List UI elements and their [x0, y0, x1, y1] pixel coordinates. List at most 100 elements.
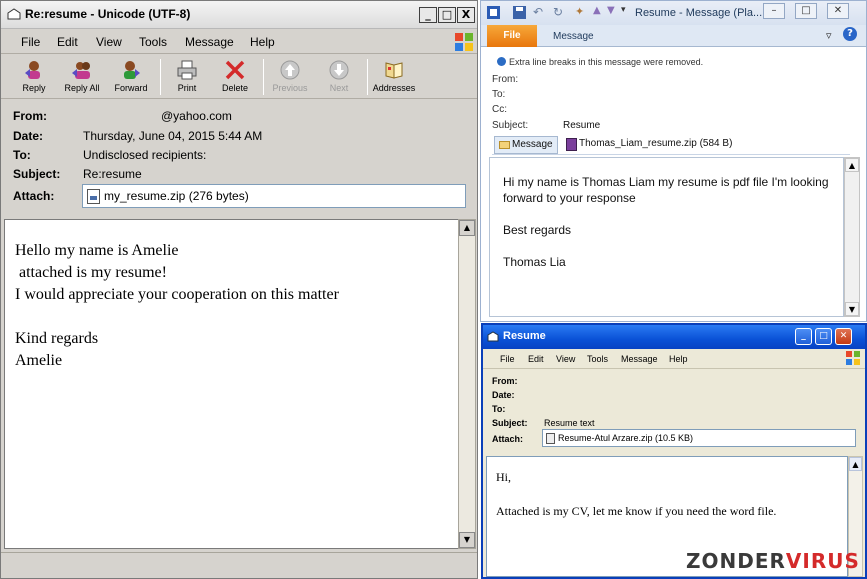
- menu-tools[interactable]: Tools: [139, 35, 167, 49]
- close-button[interactable]: X: [457, 7, 475, 23]
- menu-view[interactable]: View: [96, 35, 122, 49]
- previous-button[interactable]: Previous: [266, 57, 314, 97]
- collapse-ribbon-icon[interactable]: ▿: [826, 29, 832, 42]
- menu-message[interactable]: Message: [185, 35, 234, 49]
- undo-icon[interactable]: ↶: [533, 5, 543, 19]
- minimize-button[interactable]: _: [419, 7, 437, 23]
- scroll-up-icon[interactable]: ▲: [459, 220, 475, 236]
- vertical-scrollbar[interactable]: ▲ ▼: [458, 219, 476, 549]
- menu-bar: File Edit View Tools Message Help: [1, 30, 477, 54]
- window-title: Resume: [503, 330, 546, 342]
- next-item-icon[interactable]: ▼: [607, 5, 615, 16]
- tab-file[interactable]: File: [487, 25, 537, 47]
- from-label: From:: [13, 109, 47, 123]
- date-label: Date:: [492, 390, 515, 400]
- menu-bar: File Edit View Tools Message Help: [483, 349, 865, 369]
- scroll-down-icon[interactable]: ▼: [459, 532, 475, 548]
- redo-icon[interactable]: ↻: [553, 5, 563, 19]
- date-label: Date:: [13, 129, 44, 143]
- watermark-logo: ZONDERVIRUS: [686, 549, 860, 573]
- window-title: Resume - Message (Pla...: [635, 7, 763, 19]
- watermark-part-1: ZONDER: [686, 549, 786, 573]
- subject-label: Subject:: [492, 418, 528, 428]
- body-line-2: Best regards: [503, 223, 572, 237]
- address-book-icon: [385, 62, 403, 79]
- subject-value: Resume text: [544, 418, 595, 428]
- from-value: @yahoo.com: [161, 109, 232, 123]
- attachment-field[interactable]: my_resume.zip (276 bytes): [82, 184, 466, 208]
- status-bar: [1, 552, 477, 574]
- up-arrow-icon: [280, 60, 300, 80]
- forward-button[interactable]: Forward: [107, 57, 155, 97]
- info-bar[interactable]: Extra line breaks in this message were r…: [509, 57, 703, 67]
- message-body[interactable]: Hello my name is Amelie attached is my r…: [4, 219, 460, 549]
- minimize-button[interactable]: _: [795, 328, 812, 345]
- menu-message[interactable]: Message: [621, 354, 658, 364]
- close-button[interactable]: ✕: [835, 328, 852, 345]
- message-text: Hi my name is Thomas Liam my resume is p…: [503, 174, 838, 270]
- reply-button[interactable]: Reply: [10, 57, 58, 97]
- reply-all-icon: [72, 62, 90, 79]
- date-value: Thursday, June 04, 2015 5:44 AM: [83, 129, 263, 143]
- quick-access-toolbar: ↶ ↻ ✦ ▲ ▼ ▾ Resume - Message (Pla... – □…: [481, 1, 866, 25]
- maximize-button[interactable]: □: [438, 7, 456, 23]
- close-button[interactable]: ✕: [827, 3, 849, 19]
- title-bar[interactable]: Re:resume - Unicode (UTF-8) _ □ X: [1, 1, 477, 29]
- addresses-label: Addresses: [372, 83, 416, 93]
- minimize-button[interactable]: –: [763, 3, 785, 19]
- delete-label: Delete: [221, 83, 248, 93]
- previous-item-icon[interactable]: ▲: [593, 5, 601, 16]
- attachment-name[interactable]: Thomas_Liam_resume.zip (584 B): [579, 138, 732, 149]
- menu-edit[interactable]: Edit: [528, 354, 544, 364]
- attachment-field[interactable]: Resume-Atul Arzare.zip (10.5 KB): [542, 429, 856, 447]
- envelope-icon: [7, 8, 21, 20]
- windows-logo-icon: [455, 33, 473, 51]
- save-icon[interactable]: [513, 6, 526, 19]
- tab-message[interactable]: Message: [553, 31, 594, 42]
- body-line-1: Hi my name is Thomas Liam my resume is p…: [503, 175, 829, 205]
- subject-value: Resume: [563, 120, 601, 131]
- vertical-scrollbar[interactable]: ▲ ▼: [844, 157, 860, 317]
- from-label: From:: [492, 376, 518, 386]
- menu-help[interactable]: Help: [669, 354, 688, 364]
- window-title: Re:resume - Unicode (UTF-8): [25, 7, 191, 21]
- scroll-up-icon[interactable]: ▲: [849, 457, 862, 471]
- reply-all-button[interactable]: Reply All: [58, 57, 106, 97]
- subject-value: Re:resume: [83, 167, 142, 181]
- scroll-down-icon[interactable]: ▼: [845, 302, 859, 316]
- message-text: Hello my name is Amelie attached is my r…: [15, 242, 339, 369]
- delete-button[interactable]: Delete: [211, 57, 259, 97]
- email-window-xp: Resume _ □ ✕ File Edit View Tools Messag…: [481, 323, 867, 579]
- menu-file[interactable]: File: [500, 354, 515, 364]
- attachment-name[interactable]: Resume-Atul Arzare.zip (10.5 KB): [558, 433, 693, 443]
- addresses-button[interactable]: Addresses: [370, 57, 418, 97]
- subject-label: Subject:: [13, 167, 61, 181]
- forward-icon: [124, 61, 140, 79]
- help-icon[interactable]: ?: [843, 27, 857, 41]
- scroll-up-icon[interactable]: ▲: [845, 158, 859, 172]
- down-arrow-icon: [329, 60, 349, 80]
- title-bar[interactable]: Resume _ □ ✕: [483, 325, 865, 349]
- menu-edit[interactable]: Edit: [57, 35, 78, 49]
- message-tab-label: Message: [512, 139, 553, 150]
- move-icon[interactable]: ✦: [575, 5, 584, 18]
- maximize-button[interactable]: □: [795, 3, 817, 19]
- to-label: To:: [492, 404, 506, 414]
- menu-file[interactable]: File: [21, 35, 40, 49]
- to-value: Undisclosed recipients:: [83, 148, 207, 162]
- message-text: Hi, Attached is my CV, let me know if yo…: [496, 470, 777, 518]
- envelope-icon: [499, 141, 510, 149]
- zip-file-icon: [87, 189, 100, 204]
- menu-tools[interactable]: Tools: [587, 354, 608, 364]
- message-tab[interactable]: Message: [494, 136, 558, 154]
- attach-label: Attach:: [492, 434, 523, 444]
- menu-help[interactable]: Help: [250, 35, 275, 49]
- print-button[interactable]: Print: [163, 57, 211, 97]
- message-body[interactable]: Hi my name is Thomas Liam my resume is p…: [489, 157, 844, 317]
- menu-view[interactable]: View: [556, 354, 575, 364]
- maximize-button[interactable]: □: [815, 328, 832, 345]
- attachment-name[interactable]: my_resume.zip (276 bytes): [104, 189, 249, 203]
- body-line-3: Thomas Lia: [503, 255, 566, 269]
- customize-qat-icon[interactable]: ▾: [621, 5, 626, 15]
- next-button[interactable]: Next: [315, 57, 363, 97]
